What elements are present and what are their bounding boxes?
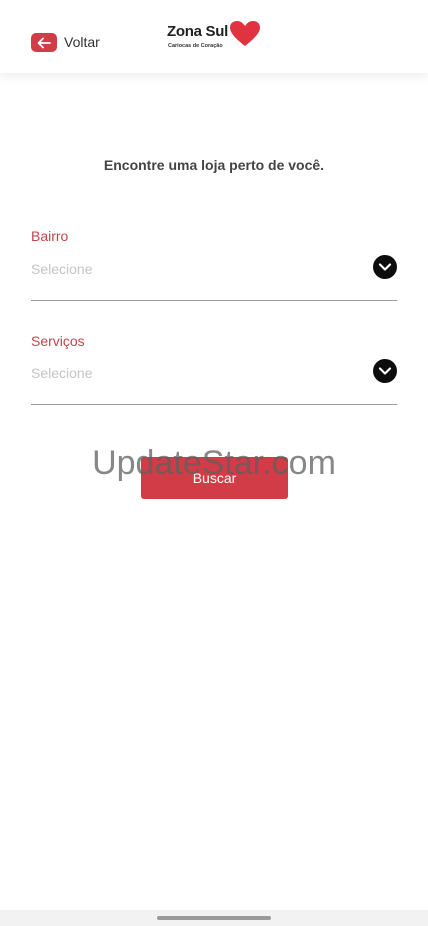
servicos-select[interactable]: Selecione [31, 358, 397, 405]
arrow-left-icon [31, 33, 57, 52]
logo-tagline: Cariocas de Coração [168, 43, 223, 49]
back-label: Voltar [64, 34, 100, 50]
buscar-button[interactable]: Buscar [141, 457, 288, 499]
chevron-down-icon[interactable] [373, 255, 397, 279]
header: Voltar Zona Sul Cariocas de Coração [0, 0, 428, 73]
page: Voltar Zona Sul Cariocas de Coração Enco… [0, 0, 428, 926]
brand-logo: Zona Sul Cariocas de Coração [167, 20, 263, 54]
chevron-down-icon[interactable] [373, 359, 397, 383]
bairro-select[interactable]: Selecione [31, 254, 397, 301]
buscar-label: Buscar [192, 470, 237, 486]
system-nav-bar [0, 910, 428, 926]
bairro-placeholder: Selecione [31, 261, 93, 277]
heart-icon [229, 20, 261, 48]
page-headline: Encontre uma loja perto de você. [103, 157, 325, 173]
back-button[interactable]: Voltar [31, 33, 100, 52]
bairro-label: Bairro [31, 228, 69, 244]
servicos-label: Serviços [31, 333, 85, 349]
home-indicator[interactable] [157, 916, 271, 920]
logo-name: Zona Sul [167, 23, 228, 40]
servicos-placeholder: Selecione [31, 365, 93, 381]
